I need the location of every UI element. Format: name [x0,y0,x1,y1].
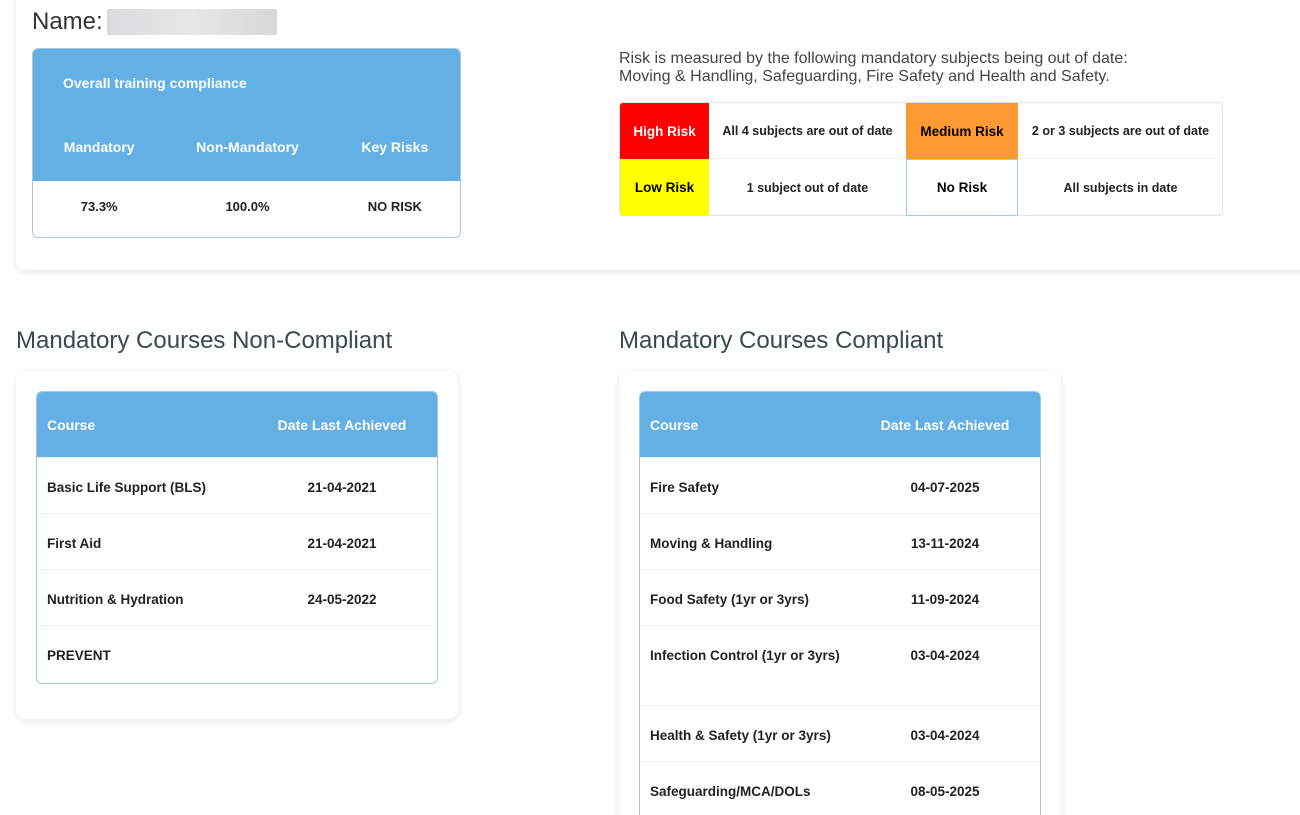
table-row: First Aid 21-04-2021 [37,513,437,569]
course-name: Health & Safety (1yr or 3yrs) [650,728,831,743]
value-non-mandatory: 100.0% [225,199,270,214]
course-date: 03-04-2024 [910,648,980,663]
course-date: 21-04-2021 [307,480,377,495]
non-compliant-title: Mandatory Courses Non-Compliant [16,327,393,354]
risk-none-badge: No Risk [906,159,1018,216]
table-row: Fire Safety 04-07-2025 [640,457,1040,513]
course-name: Fire Safety [650,480,720,495]
compliant-table: Course Date Last Achieved Fire Safety 04… [639,391,1041,815]
course-date: 11-09-2024 [910,592,980,607]
overall-compliance-header: Overall training compliance Mandatory No… [33,49,460,181]
risk-none-desc: All subjects in date [1063,180,1178,195]
non-compliant-table: Course Date Last Achieved Basic Life Sup… [36,391,438,684]
risk-medium-badge: Medium Risk [906,103,1018,159]
risk-high-badge: High Risk [620,103,709,159]
risk-legend-table: High Risk All 4 subjects are out of date… [619,102,1223,216]
table-row: Moving & Handling 13-11-2024 [640,513,1040,569]
column-date-last-achieved: Date Last Achieved [277,416,407,433]
course-date: 21-04-2021 [307,536,377,551]
risk-low-desc: 1 subject out of date [746,180,869,195]
value-mandatory: 73.3% [80,199,118,214]
course-date: 08-05-2025 [910,784,980,799]
column-key-risks: Key Risks [361,139,429,155]
column-non-mandatory: Non-Mandatory [196,139,299,155]
table-row: Health & Safety (1yr or 3yrs) 03-04-2024 [640,705,1040,761]
value-key-risks: NO RISK [367,199,422,214]
course-name: Moving & Handling [650,536,773,551]
course-name: Nutrition & Hydration [47,592,184,607]
course-name: Food Safety (1yr or 3yrs) [650,592,810,607]
non-compliant-table-header: Course Date Last Achieved [37,392,437,457]
table-row: PREVENT [37,625,437,683]
column-course: Course [47,416,96,433]
course-name: PREVENT [47,648,111,663]
table-row: Nutrition & Hydration 24-05-2022 [37,569,437,625]
course-name: Basic Life Support (BLS) [47,480,207,495]
name-value-redacted [106,9,277,35]
risk-high-desc: All 4 subjects are out of date [709,103,906,159]
risk-description-line-2: Moving & Handling, Safeguarding, Fire Sa… [619,68,1110,85]
name-row: Name: [32,8,277,36]
course-date: 13-11-2024 [910,536,980,551]
risk-low-badge: Low Risk [620,159,709,216]
table-row: Infection Control (1yr or 3yrs) 03-04-20… [640,625,1040,705]
compliant-table-header: Course Date Last Achieved [640,392,1040,457]
risk-description-line-1: Risk is measured by the following mandat… [619,50,1128,67]
risk-description: Risk is measured by the following mandat… [619,50,1128,86]
overall-compliance-title: Overall training compliance [63,75,247,91]
table-row: Basic Life Support (BLS) 21-04-2021 [37,457,437,513]
course-date: 24-05-2022 [307,592,377,607]
column-course: Course [650,416,699,433]
course-date: 04-07-2025 [910,480,980,495]
course-name: Infection Control (1yr or 3yrs) [650,648,840,663]
name-label: Name: [32,8,103,35]
compliant-title: Mandatory Courses Compliant [619,327,944,354]
course-name: Safeguarding/MCA/DOLs [650,784,811,799]
table-row: Food Safety (1yr or 3yrs) 11-09-2024 [640,569,1040,625]
course-date: 03-04-2024 [910,728,980,743]
course-name: First Aid [47,536,102,551]
risk-medium-desc: 2 or 3 subjects are out of date [1018,103,1223,159]
column-date-last-achieved: Date Last Achieved [880,416,1010,433]
column-mandatory: Mandatory [63,139,135,155]
table-row: Safeguarding/MCA/DOLs 08-05-2025 [640,761,1040,815]
overall-compliance-table: Overall training compliance Mandatory No… [32,48,461,238]
